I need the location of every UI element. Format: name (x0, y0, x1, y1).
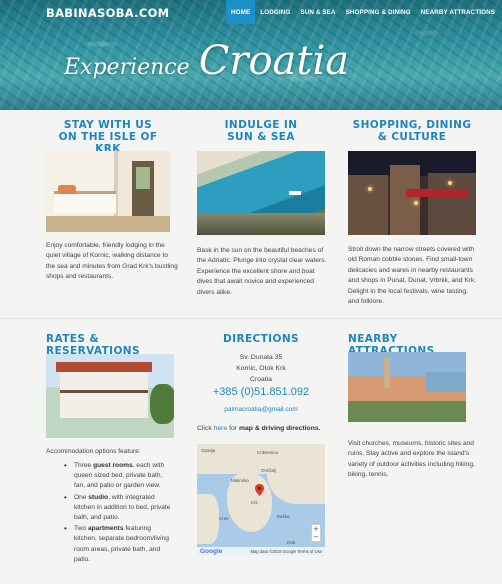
list-item: One studio, with integrated kitchen in a… (60, 493, 172, 524)
indulge-title-line1: INDULGE IN (224, 119, 298, 131)
email-link[interactable]: palmacroatia@gmail.com (197, 406, 325, 413)
map-zoom-control[interactable]: + − (311, 524, 321, 542)
nearby-text: Visit churches, museums, historic sites … (348, 440, 475, 479)
hero-title-small: Experience (64, 55, 190, 80)
nav-lodging[interactable]: LODGING (255, 0, 295, 24)
directions-title: DIRECTIONS (223, 333, 299, 345)
map-here-link[interactable]: here (214, 425, 228, 432)
main-nav: HOME LODGING SUN & SEA SHOPPING & DINING… (226, 0, 500, 24)
shopping-title: SHOPPING, DINING & CULTURE (348, 119, 476, 143)
beach-photo (197, 151, 325, 235)
address-line-3: Croatia (250, 376, 272, 383)
nav-nearby-attractions[interactable]: NEARBY ATTRACTIONS (416, 0, 500, 24)
krk-town-photo (348, 352, 466, 422)
address-line-1: Sv. Dunata 35 (239, 354, 283, 361)
indulge-title: INDULGE IN SUN & SEA (197, 119, 325, 143)
list-item: Three guest rooms, each with queen sized… (60, 461, 172, 492)
rates-list: Three guest rooms, each with queen sized… (60, 461, 172, 566)
section-divider (0, 318, 502, 319)
map-directions-text: map & driving directions. (238, 425, 321, 432)
site-logo[interactable]: BABINASOBA.COM (46, 6, 169, 20)
town-photo (348, 151, 476, 235)
embedded-map[interactable]: Crikvenica Malinska Krk Baška Rab Cres O… (197, 444, 325, 556)
nav-shopping-dining[interactable]: SHOPPING & DINING (341, 0, 416, 24)
address-line-2: Kornic, Otok Krk (236, 365, 286, 372)
hero-title-big: Croatia (198, 38, 350, 84)
room-photo (46, 151, 170, 232)
stay-text: Enjoy comfortable, friendly lodging in t… (46, 242, 178, 281)
indulge-title-line2: SUN & SEA (227, 131, 295, 143)
shopping-text: Stroll down the narrow streets covered w… (348, 246, 477, 306)
house-photo (46, 354, 174, 438)
stay-title: STAY WITH US ON THE ISLE OF KRK (46, 119, 170, 155)
google-logo: Google (200, 548, 223, 555)
nav-home[interactable]: HOME (226, 0, 256, 24)
stay-title-line1: STAY WITH US (63, 119, 153, 131)
rates-intro: Accommodation options feature: (46, 448, 141, 455)
indulge-text: Bask in the sun on the beautiful beaches… (197, 247, 327, 296)
phone-number[interactable]: +385 (0)51.851.092 (197, 386, 325, 398)
map-pin-icon (255, 484, 264, 496)
list-item: Two apartments featuring kitchen, separa… (60, 524, 172, 565)
map-link-line: Click here for map & driving directions. (197, 425, 321, 432)
shopping-title-line2: & CULTURE (377, 131, 447, 143)
hero-title: Experience Croatia (64, 38, 349, 84)
map-credit[interactable]: Map data ©2018 Google Terms of Use (251, 549, 322, 554)
shopping-title-line1: SHOPPING, DINING (352, 119, 472, 131)
nav-sun-sea[interactable]: SUN & SEA (295, 0, 340, 24)
